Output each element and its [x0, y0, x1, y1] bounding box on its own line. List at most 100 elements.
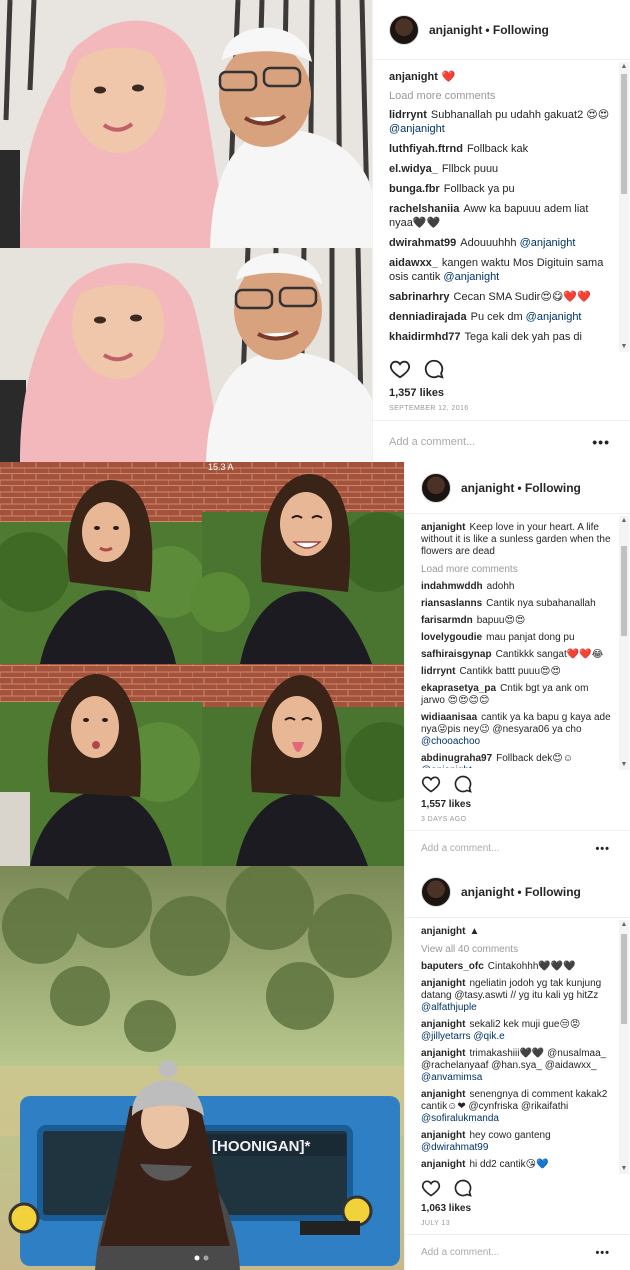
comment-username[interactable]: anjanight: [421, 978, 465, 989]
comment-username[interactable]: ekaprasetya_pa: [421, 683, 496, 694]
likes-count[interactable]: 1,357 likes: [389, 387, 444, 399]
comment-text: mau panjat dong pu: [486, 632, 575, 643]
scroll-up-icon[interactable]: ▲: [619, 62, 629, 72]
view-all-comments-link[interactable]: View all 40 comments: [421, 944, 614, 955]
comment-mention-link[interactable]: @anjanight: [443, 271, 499, 283]
scrollbar[interactable]: ▲ ▼: [619, 920, 629, 1174]
scroll-up-icon[interactable]: ▲: [619, 920, 629, 930]
caption-user[interactable]: anjanight: [421, 522, 465, 533]
comment-username[interactable]: sabrinarhry: [389, 291, 450, 303]
more-options-icon[interactable]: •••: [592, 434, 610, 450]
comment-mention-link[interactable]: @jillyetarrs @qik.e: [421, 1031, 505, 1042]
username-link[interactable]: anjanight: [461, 885, 514, 899]
comment-mention-link[interactable]: @alfathjuple: [421, 1002, 477, 1013]
comment-mention-link[interactable]: @sofiralukmanda: [421, 1113, 499, 1124]
comment-username[interactable]: khaidirmhd77: [389, 331, 461, 343]
comment-icon[interactable]: [423, 358, 445, 380]
username-link[interactable]: anjanight: [429, 23, 482, 37]
comment-username[interactable]: baputers_ofc: [421, 961, 484, 972]
comment-username[interactable]: rachelshaniia: [389, 203, 459, 215]
comment-item: denniadirajada Pu cek dm @anjanight: [389, 310, 614, 324]
post-2-photo[interactable]: 15.3 A: [0, 462, 404, 866]
comment-mention-link[interactable]: @anjanight: [389, 123, 445, 135]
heart-icon[interactable]: [421, 1178, 441, 1198]
likes-count[interactable]: 1,557 likes: [421, 799, 471, 810]
comment-username[interactable]: anjanight: [421, 1019, 465, 1030]
comment-username[interactable]: anjanight: [421, 1089, 465, 1100]
comment-username[interactable]: widiaanisaa: [421, 712, 477, 723]
comment-username[interactable]: lidrrynt: [389, 109, 427, 121]
comment-list: baputers_ofc Cintakohhh🖤🖤🖤 anjanight ngelia…: [421, 961, 614, 1171]
following-label[interactable]: • Following: [485, 23, 549, 37]
username-link[interactable]: anjanight: [461, 481, 514, 495]
comment-username[interactable]: lidrrynt: [421, 666, 455, 677]
comment-text: Cintakohhh🖤🖤🖤: [487, 961, 576, 972]
comment-mention-link[interactable]: @anjanight: [421, 765, 472, 768]
add-comment-input[interactable]: Add a comment...: [389, 436, 475, 448]
post-1-photo[interactable]: [0, 0, 372, 462]
comment-text: Tega kali dek yah pas di: [464, 331, 582, 343]
post-1-header: anjanight • Following: [373, 0, 630, 60]
avatar[interactable]: [421, 472, 451, 503]
comment-username[interactable]: safhiraisgynap: [421, 649, 492, 660]
post-3-photo[interactable]: [HOONIGAN]*: [0, 866, 404, 1270]
comment-icon[interactable]: [453, 1178, 473, 1198]
load-more-comments-link[interactable]: Load more comments: [421, 564, 614, 575]
comment-username[interactable]: el.widya_: [389, 163, 438, 175]
scrollbar[interactable]: ▲ ▼: [619, 516, 629, 770]
post-date[interactable]: 3 DAYS AGO: [421, 816, 467, 823]
add-comment-input[interactable]: Add a comment...: [421, 843, 499, 854]
comment-mention-link[interactable]: @dwirahmat99: [421, 1142, 488, 1153]
heart-icon[interactable]: [421, 774, 441, 794]
avatar[interactable]: [389, 14, 419, 45]
comment-username[interactable]: indahmwddh: [421, 581, 483, 592]
comment-username[interactable]: anjanight: [421, 1048, 465, 1059]
comment-item: ekaprasetya_pa Cntik bgt ya ank om jarwo …: [421, 683, 614, 707]
scrollbar[interactable]: ▲ ▼: [619, 62, 629, 352]
comment-mention-link[interactable]: @anvamimsa: [421, 1072, 482, 1083]
comment-username[interactable]: abdinugraha97: [421, 753, 492, 764]
add-comment-bar: Add a comment... •••: [373, 420, 630, 462]
comment-username[interactable]: riansaslanns: [421, 598, 482, 609]
caption-user[interactable]: anjanight: [389, 71, 438, 83]
comment-item: baputers_ofc Cintakohhh🖤🖤🖤: [421, 961, 614, 973]
post-2-header: anjanight • Following: [405, 462, 630, 514]
more-options-icon[interactable]: •••: [595, 843, 610, 855]
following-label[interactable]: • Following: [517, 885, 581, 899]
post-2: 15.3 A anjanight • Following anjanight K…: [0, 462, 630, 866]
comment-username[interactable]: bunga.fbr: [389, 183, 440, 195]
post-date[interactable]: JULY 13: [421, 1220, 450, 1227]
caption-user[interactable]: anjanight: [421, 926, 465, 937]
scroll-thumb[interactable]: [621, 546, 627, 636]
post-date[interactable]: SEPTEMBER 12, 2016: [389, 405, 469, 412]
scroll-thumb[interactable]: [621, 934, 627, 1024]
comment-username[interactable]: luthfiyah.ftrnd: [389, 143, 463, 155]
scroll-down-icon[interactable]: ▼: [619, 760, 629, 770]
scroll-down-icon[interactable]: ▼: [619, 342, 629, 352]
comment-icon[interactable]: [453, 774, 473, 794]
comment-mention-link[interactable]: @anjanight: [520, 237, 576, 249]
scroll-up-icon[interactable]: ▲: [619, 516, 629, 526]
comment-username[interactable]: aidawxx_: [389, 257, 438, 269]
comment-username[interactable]: farisarmdn: [421, 615, 473, 626]
comment-username[interactable]: anjanight: [421, 1130, 465, 1141]
comment-username[interactable]: denniadirajada: [389, 311, 467, 323]
comment-mention-link[interactable]: @chooachoo: [421, 736, 480, 747]
comment-item: rachelshaniia Aww ka bapuuu adem liat nya…: [389, 202, 614, 230]
caption: anjanight ❤️: [389, 70, 614, 84]
comment-item: luthfiyah.ftrnd Follback kak: [389, 142, 614, 156]
heart-icon[interactable]: [389, 358, 411, 380]
likes-count[interactable]: 1,063 likes: [421, 1203, 471, 1214]
scroll-down-icon[interactable]: ▼: [619, 1164, 629, 1174]
more-options-icon[interactable]: •••: [595, 1247, 610, 1259]
following-label[interactable]: • Following: [517, 481, 581, 495]
comment-mention-link[interactable]: @anjanight: [526, 311, 582, 323]
add-comment-input[interactable]: Add a comment...: [421, 1247, 499, 1258]
scroll-thumb[interactable]: [621, 74, 627, 194]
avatar[interactable]: [421, 876, 451, 907]
comment-username[interactable]: dwirahmat99: [389, 237, 456, 249]
comment-username[interactable]: lovelygoudie: [421, 632, 482, 643]
comment-text: Cantikkk sangat❤️❤️😂: [495, 649, 604, 660]
comment-username[interactable]: anjanight: [421, 1159, 465, 1170]
load-more-comments-link[interactable]: Load more comments: [389, 90, 614, 102]
